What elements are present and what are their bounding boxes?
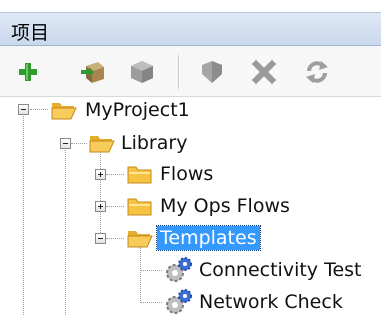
flow-gear-icon	[166, 257, 192, 282]
delete-x-icon	[251, 59, 277, 85]
tree-node-project[interactable]: MyProject1	[82, 95, 193, 125]
folder-icon	[127, 166, 152, 184]
tree-connector	[65, 147, 66, 315]
import-button[interactable]	[78, 58, 106, 86]
tree-node-label: My Ops Flows	[160, 195, 290, 217]
collapse-toggle[interactable]	[60, 138, 71, 149]
cube-icon	[131, 61, 153, 83]
tree-connector	[30, 109, 48, 110]
tree-node-label: MyProject1	[85, 99, 190, 121]
collapse-toggle[interactable]	[18, 104, 29, 115]
tree-node-label: Flows	[160, 163, 214, 185]
folder-open-icon	[89, 136, 115, 153]
tree-connector	[106, 206, 124, 207]
tree-node-flows[interactable]: Flows	[157, 159, 216, 189]
tree-connector	[100, 152, 101, 243]
refresh-button[interactable]	[303, 58, 331, 86]
add-icon	[19, 63, 37, 81]
tree-connector	[140, 270, 162, 271]
collapse-toggle[interactable]	[95, 233, 106, 244]
tree-node-network-check[interactable]: Network Check	[196, 287, 346, 317]
tree-node-library[interactable]: Library	[118, 128, 190, 158]
tree-node-label: Library	[121, 132, 188, 154]
tree-node-templates[interactable]: Templates	[156, 223, 261, 253]
tree-connector	[71, 143, 87, 144]
tree-connector	[140, 247, 141, 303]
tree-node-label: Connectivity Test	[199, 259, 362, 281]
folder-open-icon	[127, 231, 153, 248]
tree-connector	[106, 174, 124, 175]
shield-button[interactable]	[198, 58, 226, 86]
tree-node-connectivity-test[interactable]: Connectivity Test	[196, 255, 365, 285]
folder-icon	[127, 198, 152, 216]
toolbar-separator	[178, 55, 180, 89]
shield-icon	[202, 61, 222, 83]
tree-connector	[23, 114, 24, 315]
tree-connector	[106, 238, 124, 239]
project-panel: 项目 MyProject1 Library Flows My Ops Flows…	[0, 0, 381, 315]
add-button[interactable]	[14, 58, 42, 86]
tree-node-label: Network Check	[199, 291, 343, 313]
cube-button[interactable]	[128, 58, 156, 86]
flow-gear-icon	[166, 289, 192, 314]
folder-open-icon	[51, 103, 77, 120]
expand-toggle[interactable]	[95, 169, 106, 180]
refresh-icon	[306, 61, 328, 83]
toolbar	[0, 46, 381, 97]
tree-node-my-ops-flows[interactable]: My Ops Flows	[157, 191, 293, 221]
import-box-icon	[81, 62, 104, 83]
tree-connector	[140, 302, 162, 303]
panel-title: 项目	[11, 22, 50, 44]
delete-button[interactable]	[250, 58, 278, 86]
tree-node-label: Templates	[156, 225, 261, 251]
expand-toggle[interactable]	[95, 201, 106, 212]
project-tree: MyProject1 Library Flows My Ops Flows Te…	[0, 97, 381, 315]
panel-header: 项目	[0, 12, 381, 46]
